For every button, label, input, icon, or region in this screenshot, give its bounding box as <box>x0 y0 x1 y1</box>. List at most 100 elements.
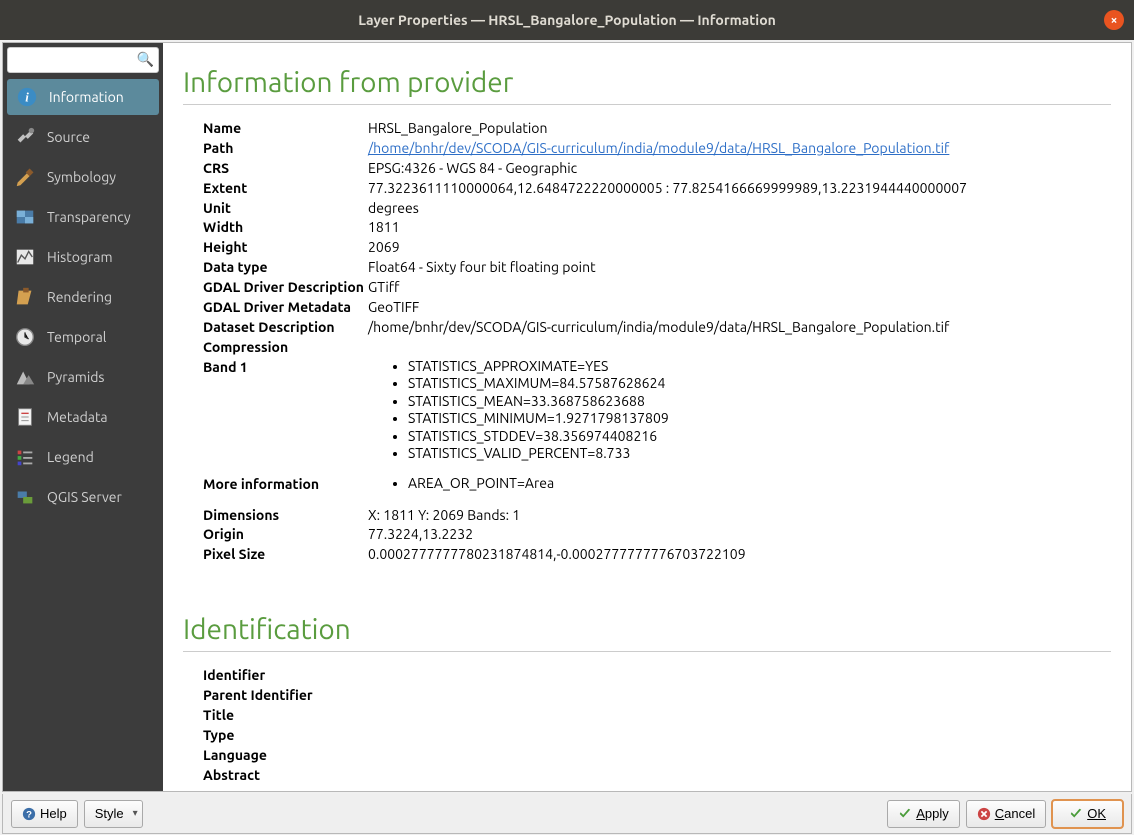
metadata-icon <box>13 405 37 429</box>
label-dimensions: Dimensions <box>203 506 368 525</box>
info-icon: i <box>15 85 39 109</box>
wrench-icon <box>13 125 37 149</box>
band1-list: STATISTICS_APPROXIMATE=YES STATISTICS_MA… <box>368 358 1111 463</box>
clock-icon <box>13 325 37 349</box>
label-band1: Band 1 <box>203 358 368 377</box>
sidebar-item-qgis-server[interactable]: QGIS Server <box>3 477 163 517</box>
value-name: HRSL_Bangalore_Population <box>368 119 1111 138</box>
value-extent: 77.3223611110000064,12.6484722220000005 … <box>368 179 1111 198</box>
moreinfo-item: AREA_OR_POINT=Area <box>408 475 1111 493</box>
value-path-link[interactable]: /home/bnhr/dev/SCODA/GIS-curriculum/indi… <box>368 140 949 156</box>
label-name: Name <box>203 119 368 138</box>
label-gdalmeta: GDAL Driver Metadata <box>203 298 368 317</box>
sidebar-item-rendering[interactable]: Rendering <box>3 277 163 317</box>
help-label: Help <box>40 806 67 821</box>
value-dsdesc: /home/bnhr/dev/SCODA/GIS-curriculum/indi… <box>368 318 1111 337</box>
sidebar-item-label: QGIS Server <box>47 489 122 505</box>
sidebar-item-label: Pyramids <box>47 369 105 385</box>
sidebar-item-legend[interactable]: Legend <box>3 437 163 477</box>
divider <box>183 651 1111 652</box>
legend-icon <box>13 445 37 469</box>
label-datatype: Data type <box>203 258 368 277</box>
label-extent: Extent <box>203 179 368 198</box>
value-datatype: Float64 - Sixty four bit floating point <box>368 258 1111 277</box>
sidebar-item-label: Temporal <box>47 329 106 345</box>
footer-button-bar: ? Help Style Apply Cancel OK <box>2 794 1132 834</box>
histogram-icon <box>13 245 37 269</box>
value-height: 2069 <box>368 238 1111 257</box>
label-width: Width <box>203 218 368 237</box>
sidebar-item-symbology[interactable]: Symbology <box>3 157 163 197</box>
sidebar-item-label: Symbology <box>47 169 116 185</box>
label-origin: Origin <box>203 525 368 544</box>
ok-icon <box>1069 807 1083 821</box>
label-type: Type <box>203 726 368 745</box>
cancel-icon <box>977 807 991 821</box>
sidebar-item-transparency[interactable]: Transparency <box>3 197 163 237</box>
value-gdalmeta: GeoTIFF <box>368 298 1111 317</box>
server-icon <box>13 485 37 509</box>
pyramids-icon <box>13 365 37 389</box>
label-abstract: Abstract <box>203 766 368 785</box>
svg-text:i: i <box>25 91 29 105</box>
close-icon[interactable]: × <box>1104 10 1124 30</box>
help-button[interactable]: ? Help <box>11 800 78 828</box>
sidebar-item-label: Transparency <box>47 209 131 225</box>
label-pixelsize: Pixel Size <box>203 545 368 564</box>
band1-item: STATISTICS_MAXIMUM=84.57587628624 <box>408 375 1111 393</box>
sidebar-item-label: Histogram <box>47 249 113 265</box>
sidebar-item-pyramids[interactable]: Pyramids <box>3 357 163 397</box>
search-icon: 🔍 <box>137 51 154 68</box>
style-label: Style <box>95 806 124 821</box>
value-gdaldesc: GTiff <box>368 278 1111 297</box>
transparency-icon <box>13 205 37 229</box>
moreinfo-list: AREA_OR_POINT=Area <box>368 475 1111 493</box>
apply-label: Apply <box>916 806 949 821</box>
band1-item: STATISTICS_MEAN=33.368758623688 <box>408 393 1111 411</box>
help-icon: ? <box>22 807 36 821</box>
cancel-label: Cancel <box>995 806 1035 821</box>
divider <box>183 104 1111 105</box>
sidebar: 🔍 i Information Source Symbology Transpa… <box>3 43 163 791</box>
sidebar-item-label: Source <box>47 129 90 145</box>
label-compression: Compression <box>203 338 368 357</box>
search-input[interactable]: 🔍 <box>7 47 159 73</box>
value-pixelsize: 0.0002777777780231874814,-0.000277777777… <box>368 545 1111 564</box>
sidebar-item-metadata[interactable]: Metadata <box>3 397 163 437</box>
value-dimensions: X: 1811 Y: 2069 Bands: 1 <box>368 506 1111 525</box>
value-width: 1811 <box>368 218 1111 237</box>
sidebar-item-information[interactable]: i Information <box>7 79 159 115</box>
section-title-identification: Identification <box>183 614 1111 645</box>
band1-item: STATISTICS_VALID_PERCENT=8.733 <box>408 445 1111 463</box>
ok-label: OK <box>1087 806 1106 821</box>
ok-button[interactable]: OK <box>1052 800 1123 828</box>
sidebar-item-label: Rendering <box>47 289 112 305</box>
band1-item: STATISTICS_MINIMUM=1.9271798137809 <box>408 410 1111 428</box>
label-language: Language <box>203 746 368 765</box>
sidebar-item-label: Metadata <box>47 409 108 425</box>
content-pane[interactable]: Information from provider NameHRSL_Banga… <box>163 43 1131 791</box>
band1-item: STATISTICS_APPROXIMATE=YES <box>408 358 1111 376</box>
sidebar-item-label: Legend <box>47 449 94 465</box>
sidebar-item-label: Information <box>49 89 124 105</box>
section-title-provider: Information from provider <box>183 67 1111 98</box>
apply-button[interactable]: Apply <box>887 800 960 828</box>
brush-icon <box>13 165 37 189</box>
sidebar-item-source[interactable]: Source <box>3 117 163 157</box>
value-origin: 77.3224,13.2232 <box>368 525 1111 544</box>
label-title: Title <box>203 706 368 725</box>
window-title: Layer Properties — HRSL_Bangalore_Popula… <box>358 12 776 28</box>
label-parent-identifier: Parent Identifier <box>203 686 368 705</box>
label-path: Path <box>203 139 368 158</box>
sidebar-item-histogram[interactable]: Histogram <box>3 237 163 277</box>
style-button[interactable]: Style <box>84 800 143 828</box>
label-dsdesc: Dataset Description <box>203 318 368 337</box>
value-unit: degrees <box>368 199 1111 218</box>
check-icon <box>898 807 912 821</box>
label-moreinfo: More information <box>203 475 368 494</box>
label-height: Height <box>203 238 368 257</box>
cancel-button[interactable]: Cancel <box>966 800 1046 828</box>
sidebar-item-temporal[interactable]: Temporal <box>3 317 163 357</box>
titlebar: Layer Properties — HRSL_Bangalore_Popula… <box>0 0 1134 40</box>
label-gdaldesc: GDAL Driver Description <box>203 278 368 297</box>
